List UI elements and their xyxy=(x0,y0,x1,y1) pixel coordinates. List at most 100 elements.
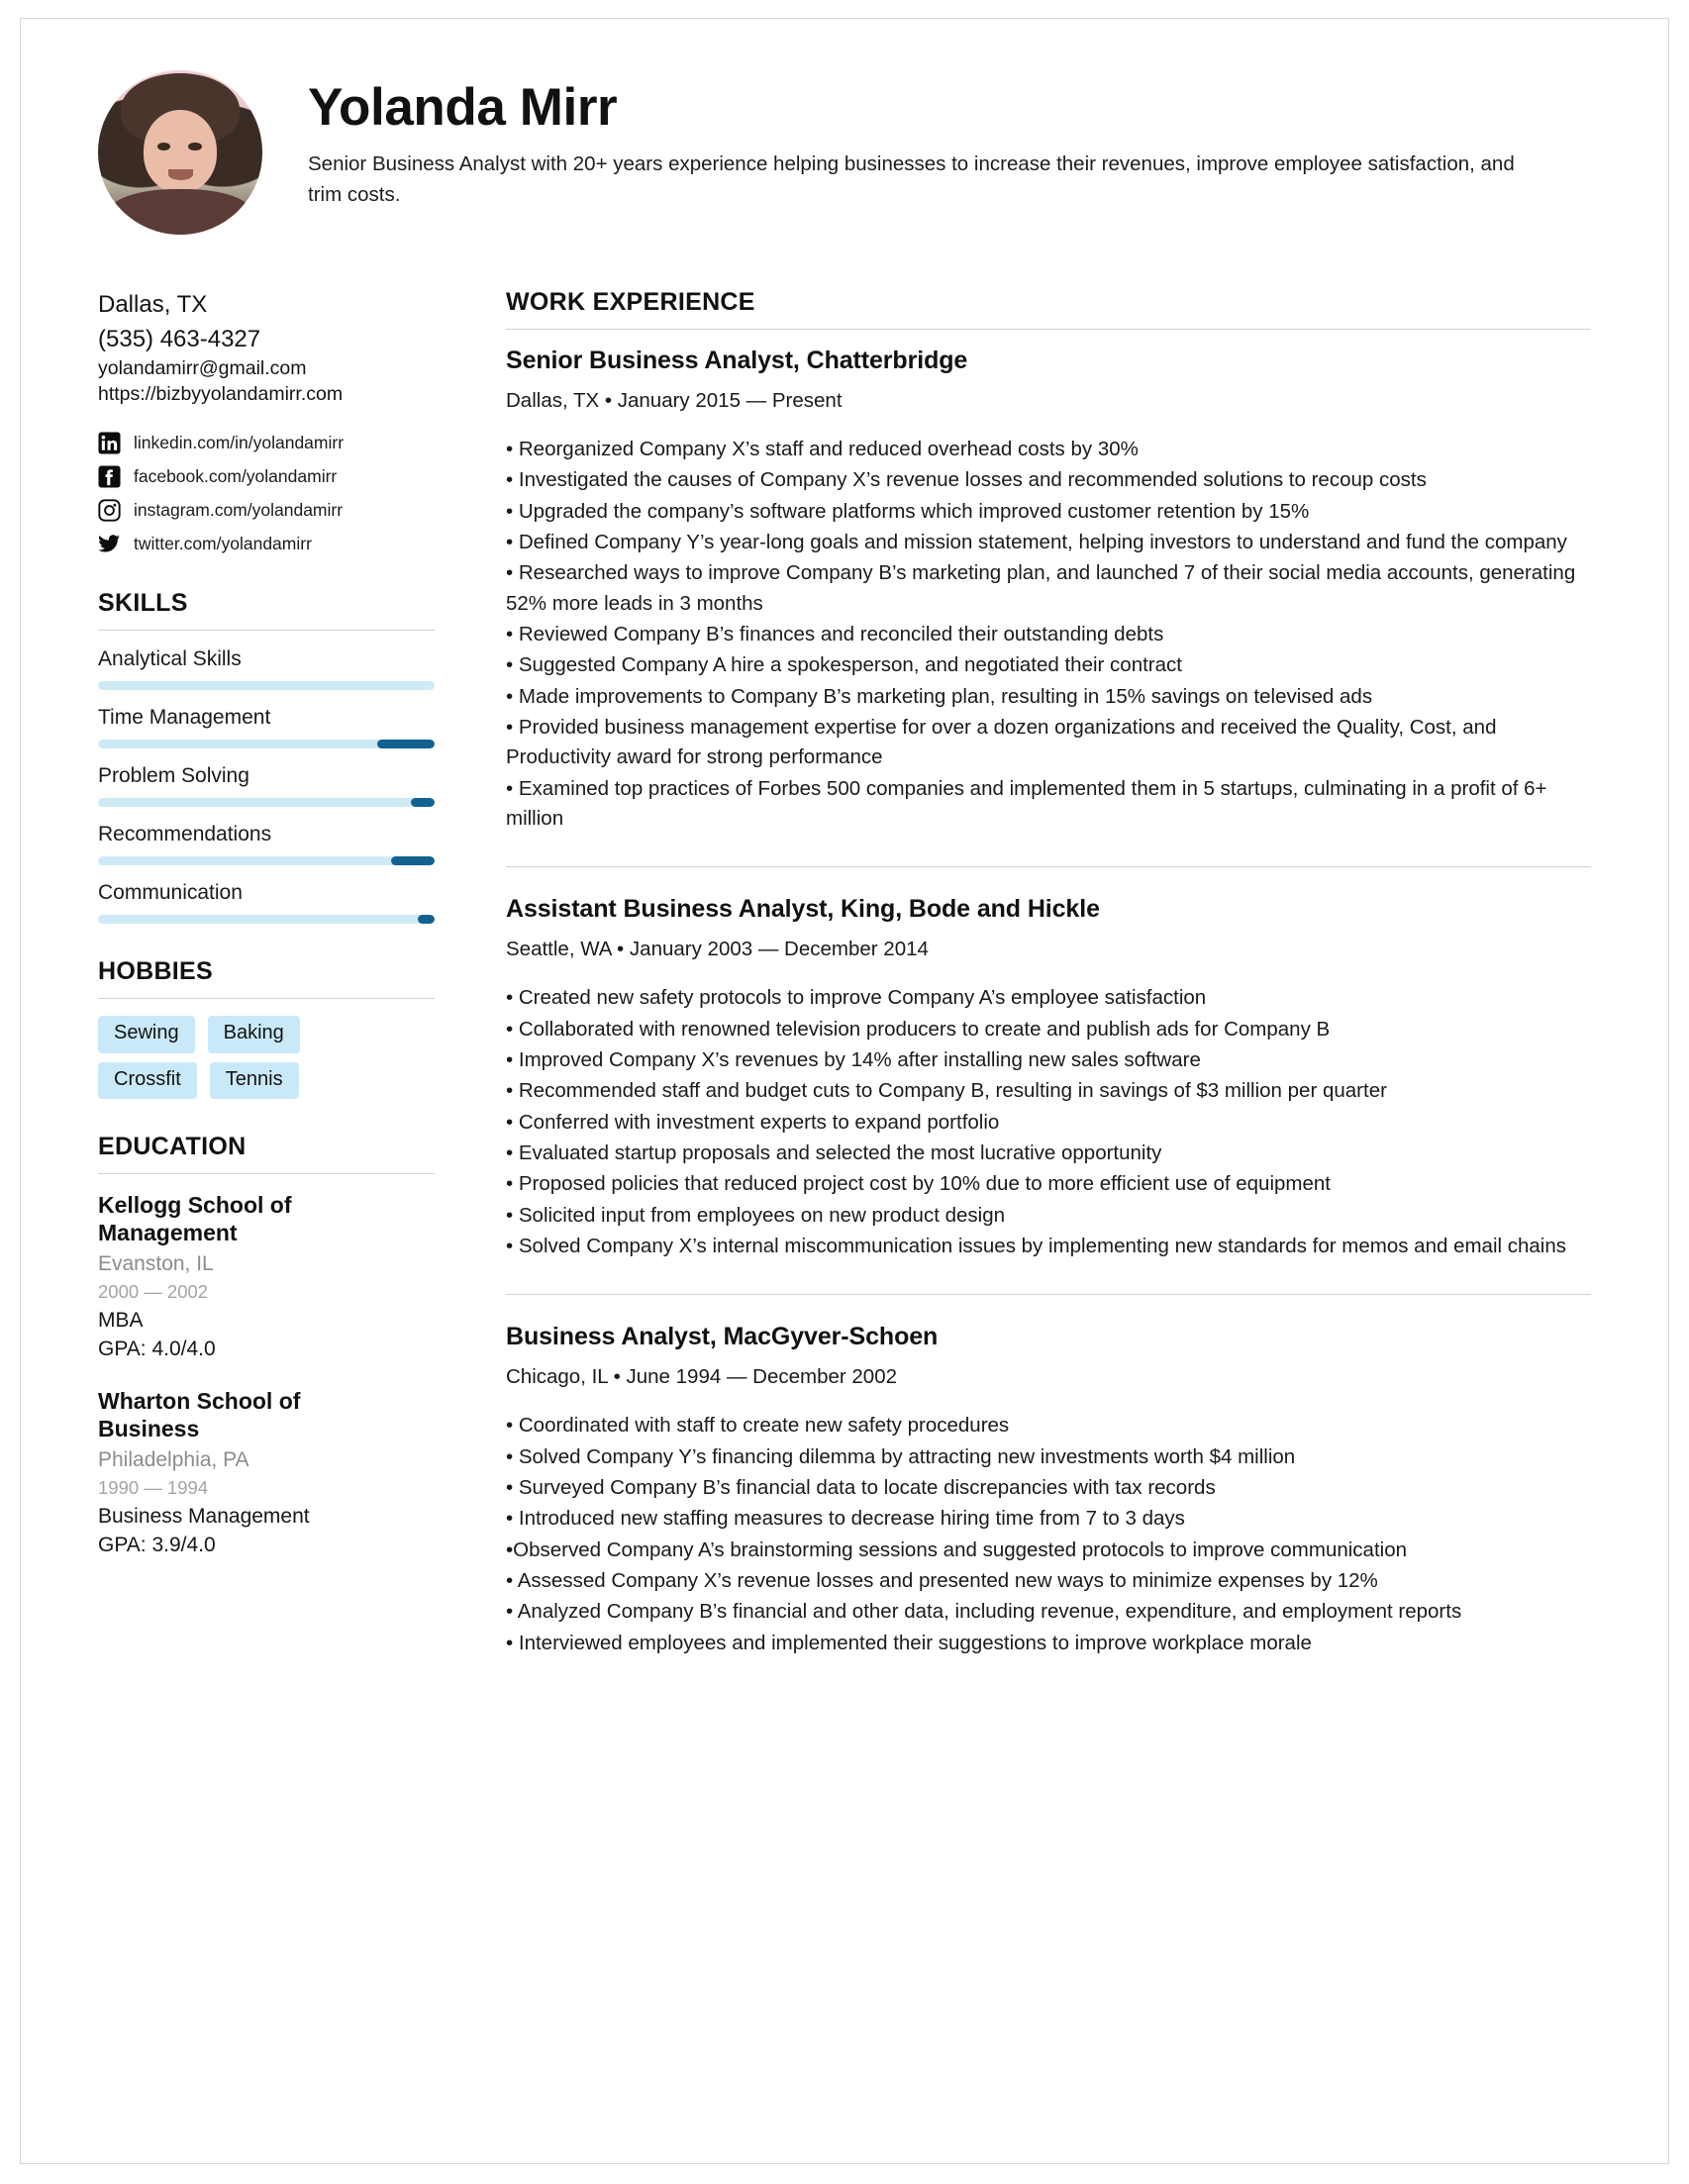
education-divider xyxy=(98,1173,435,1175)
job-bullet: • Coordinated with staff to create new s… xyxy=(506,1414,1010,1438)
contact-location: Dallas, TX xyxy=(98,291,208,318)
job-entry: Business Analyst, MacGyver-Schoen Chicag… xyxy=(506,1323,1591,1665)
job-bullet: • Surveyed Company B’s financial data to… xyxy=(506,1475,1216,1499)
hobby-tag: Crossfit xyxy=(98,1061,197,1100)
education-entry: Wharton School of Business Philadelphia,… xyxy=(98,1387,435,1559)
education-degree: Business Management xyxy=(98,1505,310,1529)
job-bullet: • Improved Company X’s revenues by 14% a… xyxy=(506,1047,1201,1071)
job-bullet: • Researched ways to improve Company B’s… xyxy=(506,561,1576,615)
education-years: 2000 — 2002 xyxy=(98,1280,209,1302)
education-entry: Kellogg School of Management Evanston, I… xyxy=(98,1191,435,1363)
work-column: WORK EXPERIENCE Senior Business Analyst,… xyxy=(506,288,1591,1665)
job-bullets: • Reorganized Company X’s staff and redu… xyxy=(506,435,1591,834)
social-link-facebook[interactable]: facebook.com/yolandamirr xyxy=(98,465,435,488)
skill-item: Recommendations xyxy=(98,823,435,865)
skill-bar-fill xyxy=(390,855,435,865)
education-heading: EDUCATION xyxy=(98,1133,247,1161)
resume-page: Yolanda Mirr Senior Business Analyst wit… xyxy=(0,0,1689,2184)
job-entry: Assistant Business Analyst, King, Bode a… xyxy=(506,895,1591,1268)
job-bullet: • Solicited input from employees on new … xyxy=(506,1203,1006,1227)
skill-bar-track xyxy=(98,855,435,865)
education-gpa: GPA: 4.0/4.0 xyxy=(98,1337,216,1360)
linkedin-icon xyxy=(98,432,121,454)
education-location: Philadelphia, PA xyxy=(98,1448,249,1472)
job-bullet: • Analyzed Company B’s financial and oth… xyxy=(506,1600,1462,1624)
social-link-label: linkedin.com/in/yolandamirr xyxy=(134,432,345,452)
skills-section: SKILLS Analytical Skills Time Management xyxy=(98,589,435,924)
education-school: Wharton School of Business xyxy=(98,1388,301,1442)
job-title: Senior Business Analyst, Chatterbridge xyxy=(506,347,968,374)
job-bullet: • Recommended staff and budget cuts to C… xyxy=(506,1079,1387,1103)
education-school: Kellogg School of Management xyxy=(98,1192,292,1246)
job-bullet: • Created new safety protocols to improv… xyxy=(506,986,1207,1010)
job-bullet: • Evaluated startup proposals and select… xyxy=(506,1141,1162,1164)
job-meta: Seattle, WA • January 2003 — December 20… xyxy=(506,938,929,961)
social-link-label: instagram.com/yolandamirr xyxy=(134,499,344,520)
job-bullet: • Reorganized Company X’s staff and redu… xyxy=(506,438,1139,460)
social-link-linkedin[interactable]: linkedin.com/in/yolandamirr xyxy=(98,432,435,454)
skill-bar-track xyxy=(98,797,435,807)
education-gpa: GPA: 3.9/4.0 xyxy=(98,1533,216,1556)
skills-heading: SKILLS xyxy=(98,588,188,617)
hobby-tag: Tennis xyxy=(209,1061,299,1100)
job-bullet: • Solved Company X’s internal miscommuni… xyxy=(506,1234,1567,1257)
job-bullet: •Observed Company A’s brainstorming sess… xyxy=(506,1538,1408,1561)
job-entry: Senior Business Analyst, Chatterbridge D… xyxy=(506,347,1591,841)
hobby-tag: Baking xyxy=(207,1015,300,1053)
job-bullet: • Collaborated with renowned television … xyxy=(506,1017,1331,1041)
instagram-icon xyxy=(98,499,121,522)
contact-website[interactable]: https://bizbyyolandamirr.com xyxy=(98,382,435,408)
job-bullets: • Coordinated with staff to create new s… xyxy=(506,1411,1591,1658)
job-title: Assistant Business Analyst, King, Bode a… xyxy=(506,895,1100,924)
job-bullets: • Created new safety protocols to improv… xyxy=(506,983,1591,1261)
hobbies-divider xyxy=(98,997,435,999)
sidebar-column: Dallas, TX (535) 463-4327 yolandamirr@gm… xyxy=(98,288,435,1583)
skill-label: Problem Solving xyxy=(98,763,249,787)
hobbies-list: Sewing Baking Crossfit Tennis xyxy=(98,1015,365,1100)
education-degree: MBA xyxy=(98,1309,144,1333)
job-bullet: • Made improvements to Company B’s marke… xyxy=(506,684,1373,708)
job-bullet: • Proposed policies that reduced project… xyxy=(506,1172,1331,1196)
resume-header: Yolanda Mirr Senior Business Analyst wit… xyxy=(98,70,1591,245)
skill-label: Time Management xyxy=(98,705,271,729)
contact-phone[interactable]: (535) 463-4327 xyxy=(98,323,435,357)
skill-bar-fill xyxy=(377,739,435,748)
skills-divider xyxy=(98,629,435,631)
social-link-instagram[interactable]: instagram.com/yolandamirr xyxy=(98,499,435,522)
hobby-tag: Sewing xyxy=(98,1015,195,1053)
job-bullet: • Reviewed Company B’s finances and reco… xyxy=(506,622,1164,645)
resume-body: Dallas, TX (535) 463-4327 yolandamirr@gm… xyxy=(98,245,1591,1665)
social-link-label: twitter.com/yolandamirr xyxy=(134,533,312,553)
twitter-icon xyxy=(98,535,121,552)
avatar-eye-right xyxy=(188,143,202,151)
job-separator xyxy=(506,1294,1591,1296)
professional-summary: Senior Business Analyst with 20+ years e… xyxy=(308,152,1515,206)
work-heading: WORK EXPERIENCE xyxy=(506,288,755,316)
resume-sheet: Yolanda Mirr Senior Business Analyst wit… xyxy=(20,18,1669,2164)
hobbies-heading: HOBBIES xyxy=(98,956,214,985)
skill-item: Analytical Skills xyxy=(98,647,435,690)
skill-bar-track xyxy=(98,914,435,924)
contact-block: Dallas, TX (535) 463-4327 yolandamirr@gm… xyxy=(98,288,435,408)
skill-bar-track xyxy=(98,680,435,690)
skill-label: Recommendations xyxy=(98,822,272,845)
skill-label: Analytical Skills xyxy=(98,646,242,670)
avatar xyxy=(98,70,262,235)
job-bullet: • Solved Company Y’s financing dilemma b… xyxy=(506,1444,1296,1468)
social-link-twitter[interactable]: twitter.com/yolandamirr xyxy=(98,533,435,555)
job-bullet: • Upgraded the company’s software platfo… xyxy=(506,499,1310,523)
avatar-body xyxy=(107,188,253,235)
job-bullet: • Defined Company Y’s year-long goals an… xyxy=(506,530,1567,553)
job-meta: Dallas, TX • January 2015 — Present xyxy=(506,389,843,412)
job-bullet: • Introduced new staffing measures to de… xyxy=(506,1507,1185,1531)
candidate-name: Yolanda Mirr xyxy=(308,78,618,137)
education-location: Evanston, IL xyxy=(98,1252,214,1276)
job-bullet: • Examined top practices of Forbes 500 c… xyxy=(506,776,1547,830)
skill-item: Communication xyxy=(98,881,435,924)
job-title: Business Analyst, MacGyver-Schoen xyxy=(506,1323,939,1351)
skill-bar-fill xyxy=(418,914,435,924)
job-bullet: • Interviewed employees and implemented … xyxy=(506,1631,1312,1654)
contact-email[interactable]: yolandamirr@gmail.com xyxy=(98,356,435,382)
header-text: Yolanda Mirr Senior Business Analyst wit… xyxy=(308,70,1591,210)
skill-item: Problem Solving xyxy=(98,764,435,807)
